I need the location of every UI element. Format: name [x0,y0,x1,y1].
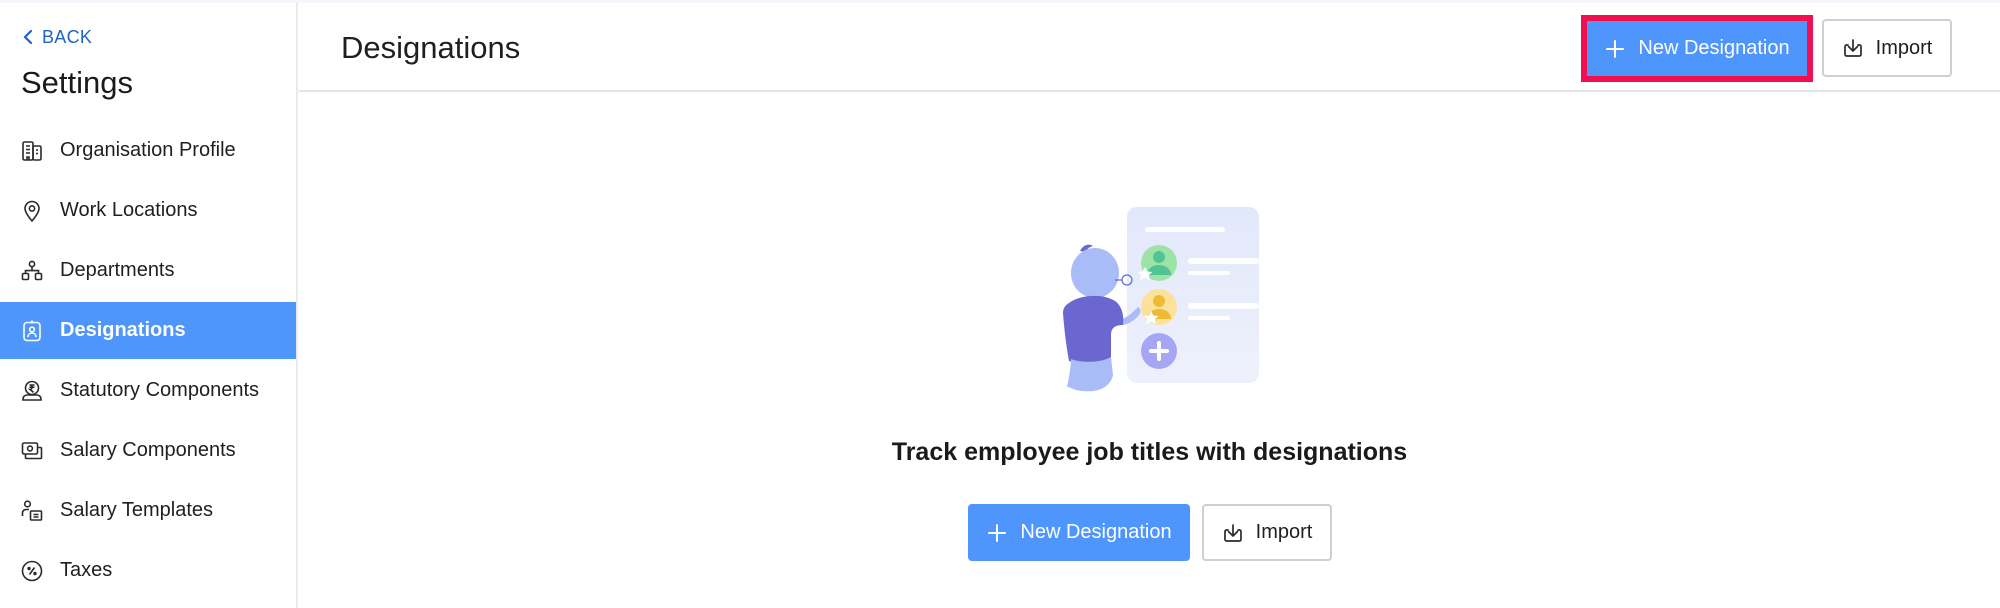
sidebar-item-salary-templates[interactable]: Salary Templates [0,482,296,539]
import-icon [1843,39,1862,57]
sidebar-item-departments[interactable]: Departments [0,242,296,299]
plus-icon [988,523,1007,542]
page-header: Designations New Designation Import [299,3,2000,92]
rupee-hand-icon [20,379,44,403]
sidebar-item-work-locations[interactable]: Work Locations [0,182,296,239]
plus-icon [1606,39,1625,58]
new-designation-button[interactable]: New Designation [1586,20,1808,77]
new-designation-label: New Designation [1020,521,1172,543]
import-label: Import [1875,36,1933,59]
character-body [1063,295,1124,364]
sidebar-item-label: Designations [60,319,186,341]
sidebar-title: Settings [21,65,134,100]
building-icon [20,139,44,163]
id-badge-icon [20,319,44,343]
designations-illustration [1063,207,1259,392]
sidebar-item-designations[interactable]: Designations [0,302,296,359]
empty-new-designation-button[interactable]: New Designation [968,504,1190,561]
empty-import-button[interactable]: Import [1202,504,1332,561]
location-pin-icon [20,199,44,223]
chevron-left-icon [23,29,33,45]
empty-state: Track employee job titles with designati… [299,94,2000,608]
sidebar-item-label: Salary Components [60,439,236,461]
sidebar-item-label: Statutory Components [60,379,259,401]
sidebar-item-statutory-components[interactable]: Statutory Components [0,362,296,419]
org-chart-icon [20,259,44,283]
settings-nav: Organisation Profile Work Locations Depa… [0,122,296,602]
character-head [1071,248,1119,298]
empty-state-heading: Track employee job titles with designati… [891,438,1408,466]
sidebar-item-label: Work Locations [60,199,198,221]
back-link[interactable]: BACK [22,25,92,49]
import-button[interactable]: Import [1822,19,1952,77]
user-template-icon [20,499,44,523]
sidebar-item-label: Salary Templates [60,499,214,521]
percent-circle-icon [20,559,44,583]
new-designation-label: New Designation [1638,37,1790,59]
sidebar-item-label: Departments [60,259,175,281]
back-label: BACK [42,26,93,47]
sidebar-item-label: Taxes [60,559,113,581]
settings-sidebar: BACK Settings Organisation Profile Work … [0,3,298,608]
cash-stack-icon [20,439,44,463]
sidebar-item-taxes[interactable]: Taxes [0,542,296,599]
page-title: Designations [341,30,521,65]
import-label: Import [1255,521,1313,543]
sidebar-item-salary-components[interactable]: Salary Components [0,422,296,479]
import-icon [1223,523,1242,542]
sidebar-item-label: Organisation Profile [60,139,236,161]
sidebar-item-organisation-profile[interactable]: Organisation Profile [0,122,296,179]
main-content: Designations New Designation Import Trac… [299,3,2000,608]
